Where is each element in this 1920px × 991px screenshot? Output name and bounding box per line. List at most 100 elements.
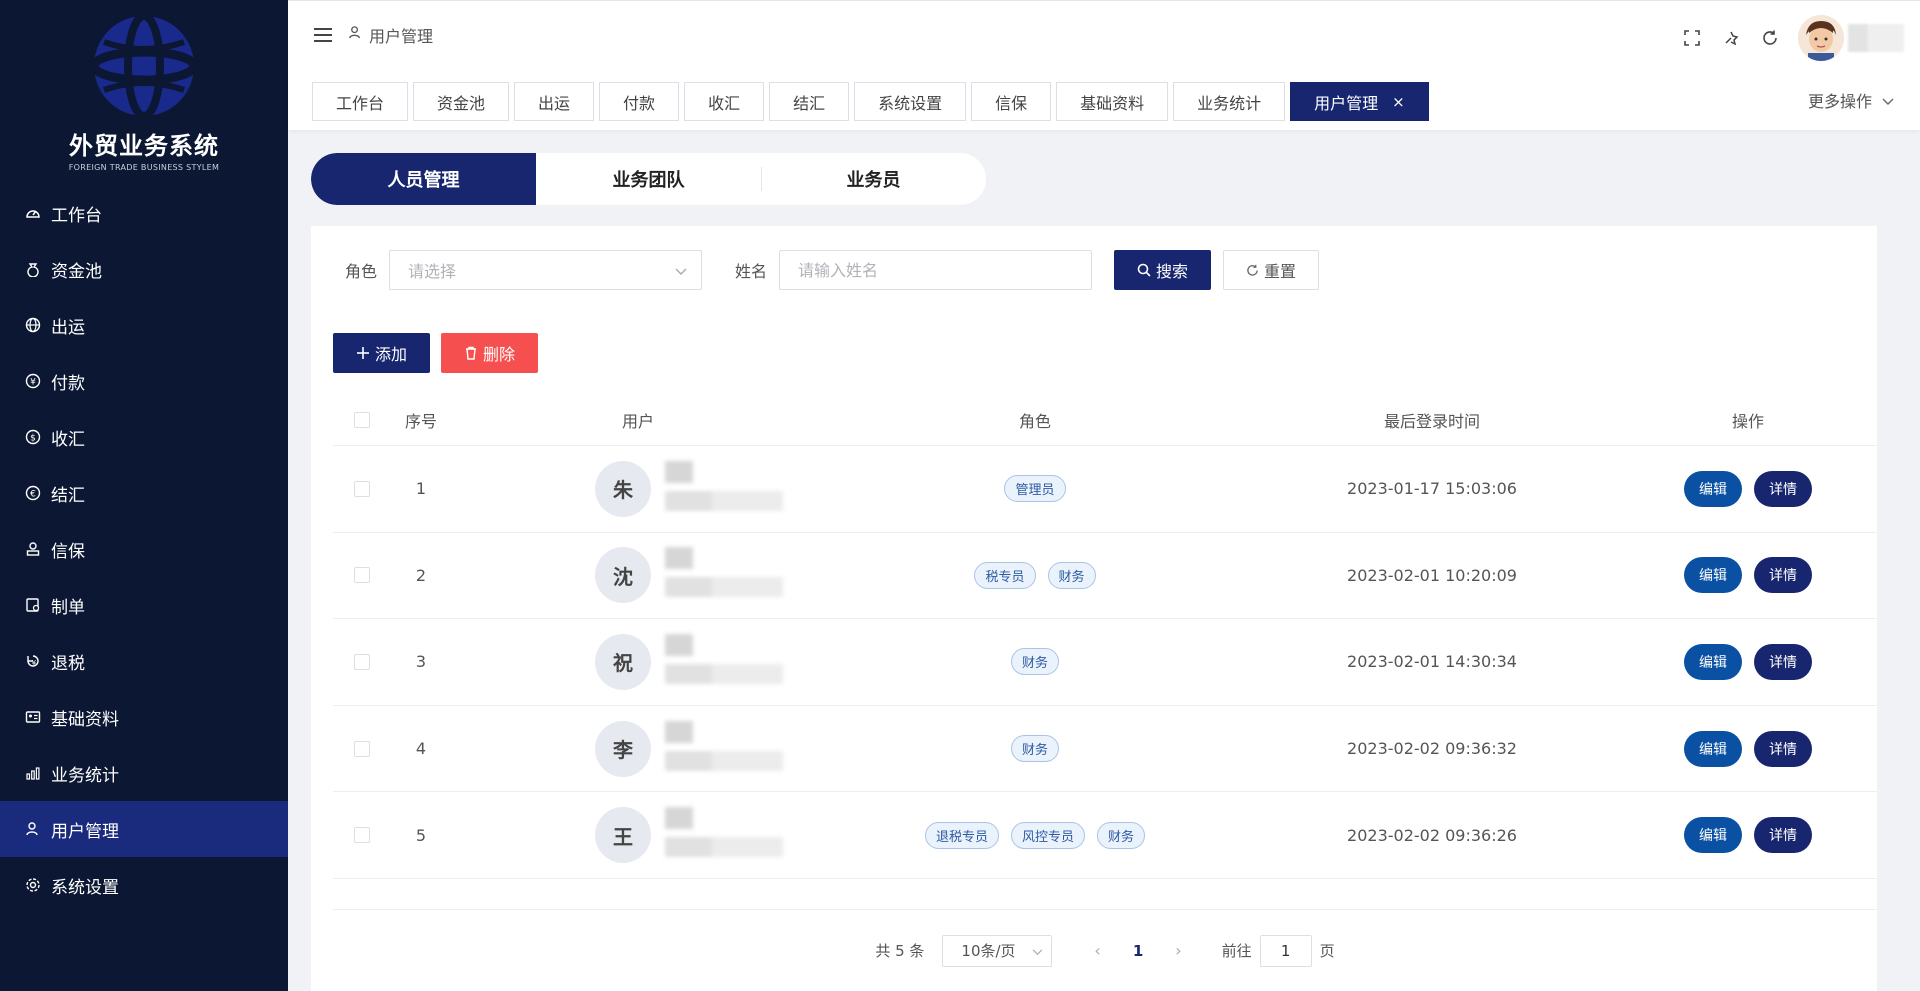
edit-button[interactable]: 编辑 <box>1684 817 1742 854</box>
globe-icon <box>24 316 42 334</box>
search-button[interactable]: 搜索 <box>1114 250 1212 290</box>
tab-receipt[interactable]: 收汇 <box>684 82 765 121</box>
name-input[interactable] <box>779 250 1093 290</box>
row-checkbox-cell <box>333 740 391 757</box>
sidebar-item-label: 资金池 <box>51 261 102 282</box>
row-checkbox[interactable] <box>354 480 370 497</box>
more-actions-dropdown[interactable]: 更多操作 <box>1808 88 1894 112</box>
table-row: 3 祝 财务 2023-02-01 14:30:34 编辑 详情 <box>333 619 1877 706</box>
current-page[interactable]: 1 <box>1133 942 1143 960</box>
theme-icon[interactable] <box>1720 27 1742 49</box>
last-login-time: 2023-01-17 15:03:06 <box>1347 479 1517 499</box>
id-card-icon <box>24 708 42 726</box>
brand-title: 外贸业务系统 <box>69 132 219 160</box>
row-checkbox-cell <box>333 653 391 670</box>
edit-button[interactable]: 编辑 <box>1684 470 1742 507</box>
edit-button[interactable]: 编辑 <box>1684 643 1742 680</box>
detail-button[interactable]: 详情 <box>1754 643 1812 680</box>
role-select[interactable]: 请选择 <box>389 250 703 290</box>
row-checkbox[interactable] <box>354 827 370 844</box>
tab-system-settings[interactable]: 系统设置 <box>854 82 967 121</box>
table-row: 1 朱 管理员 2023-01-17 15:03:06 编辑 详情 <box>333 446 1877 533</box>
brand-subtitle: FOREIGN TRADE BUSINESS STYLEM <box>68 163 220 172</box>
tab-basic-data[interactable]: 基础资料 <box>1056 82 1169 121</box>
select-all-checkbox[interactable] <box>354 411 370 428</box>
tab-user-management[interactable]: 用户管理 × <box>1290 82 1429 121</box>
detail-button[interactable]: 详情 <box>1754 730 1812 767</box>
detail-button[interactable]: 详情 <box>1754 557 1812 594</box>
sidebar-item-document[interactable]: 制单 <box>0 577 288 633</box>
tab-credit-insurance[interactable]: 信保 <box>971 82 1052 121</box>
reset-button[interactable]: 重置 <box>1223 250 1320 290</box>
last-login-time: 2023-02-02 09:36:32 <box>1347 739 1517 759</box>
table-row: 2 沈 税专员 财务 2023-02-01 10:20:09 编辑 详情 <box>333 533 1877 620</box>
sidebar-item-payment[interactable]: ¥ 付款 <box>0 353 288 409</box>
segment-personnel[interactable]: 人员管理 <box>311 153 536 205</box>
sidebar-item-fund-pool[interactable]: 资金池 <box>0 241 288 297</box>
col-header-role: 角色 <box>1018 411 1051 431</box>
yen-coin-icon: ¥ <box>24 372 42 390</box>
user-icon <box>348 25 363 44</box>
delete-button-label: 删除 <box>483 345 516 364</box>
row-index: 2 <box>415 565 427 585</box>
sidebar-item-label: 出运 <box>51 317 85 338</box>
tab-fund-pool[interactable]: 资金池 <box>413 82 510 121</box>
sidebar-item-tax-refund[interactable]: ¥ 退税 <box>0 633 288 689</box>
next-page-icon[interactable]: › <box>1175 941 1181 960</box>
tab-settlement[interactable]: 结汇 <box>769 82 850 121</box>
col-header-ops: 操作 <box>1731 411 1764 431</box>
col-header-user: 用户 <box>621 411 654 431</box>
main-card: 角色 请选择 姓名 搜索 重置 添加 删除 序号 用户 角色 <box>311 226 1877 991</box>
segment-business-team[interactable]: 业务团队 <box>536 153 761 205</box>
role-cell: 财务 <box>825 648 1245 676</box>
row-checkbox[interactable] <box>354 740 370 757</box>
sidebar-item-label: 结汇 <box>51 485 85 506</box>
svg-text:¥: ¥ <box>32 659 37 667</box>
sidebar-item-system-settings[interactable]: 系统设置 <box>0 857 288 913</box>
avatar <box>1798 15 1844 61</box>
tab-label: 用户管理 <box>1314 93 1379 113</box>
role-cell: 管理员 <box>825 475 1245 503</box>
sidebar-item-user-management[interactable]: 用户管理 <box>0 801 288 857</box>
dashboard-icon <box>24 204 42 222</box>
tab-workbench[interactable]: 工作台 <box>312 82 409 121</box>
add-button-label: 添加 <box>375 345 408 364</box>
ops-cell: 编辑 详情 <box>1619 557 1877 594</box>
sidebar-item-business-stats[interactable]: 业务统计 <box>0 745 288 801</box>
row-checkbox[interactable] <box>354 567 370 584</box>
sidebar-item-label: 退税 <box>51 653 85 674</box>
close-icon[interactable]: × <box>1392 93 1405 111</box>
segment-salesperson[interactable]: 业务员 <box>761 153 986 205</box>
detail-button[interactable]: 详情 <box>1754 470 1812 507</box>
edit-button[interactable]: 编辑 <box>1684 557 1742 594</box>
add-button[interactable]: 添加 <box>333 333 431 373</box>
detail-button[interactable]: 详情 <box>1754 817 1812 854</box>
table-row: 5 王 退税专员 风控专员 财务 2023-02-02 09:36:26 编辑 … <box>333 792 1877 879</box>
edit-button[interactable]: 编辑 <box>1684 730 1742 767</box>
menu-toggle-icon[interactable] <box>314 27 332 42</box>
tab-label: 基础资料 <box>1080 93 1145 113</box>
tab-business-stats[interactable]: 业务统计 <box>1173 82 1286 121</box>
sidebar-item-credit-insurance[interactable]: 信保 <box>0 521 288 577</box>
money-bag-icon <box>24 260 42 278</box>
chevron-down-icon <box>1882 91 1894 110</box>
prev-page-icon[interactable]: ‹ <box>1094 941 1100 960</box>
sidebar-item-label: 用户管理 <box>51 821 119 842</box>
refresh-icon[interactable] <box>1759 27 1781 49</box>
goto-page-input[interactable] <box>1259 934 1312 967</box>
delete-button[interactable]: 删除 <box>441 333 539 373</box>
page-size-select[interactable]: 10条/页 <box>942 934 1053 967</box>
tab-payment[interactable]: 付款 <box>599 82 680 121</box>
sidebar-item-settlement[interactable]: € 结汇 <box>0 465 288 521</box>
sidebar-item-workbench[interactable]: 工作台 <box>0 185 288 241</box>
user-menu[interactable] <box>1798 15 1904 61</box>
ops-cell: 编辑 详情 <box>1619 730 1877 767</box>
fullscreen-icon[interactable] <box>1681 27 1703 49</box>
tab-shipping[interactable]: 出运 <box>514 82 595 121</box>
tab-label: 付款 <box>623 93 656 113</box>
sidebar-item-shipping[interactable]: 出运 <box>0 297 288 353</box>
sidebar-item-basic-data[interactable]: 基础资料 <box>0 689 288 745</box>
row-checkbox[interactable] <box>354 653 370 670</box>
role-tag: 财务 <box>1097 821 1146 849</box>
sidebar-item-receipt[interactable]: $ 收汇 <box>0 409 288 465</box>
